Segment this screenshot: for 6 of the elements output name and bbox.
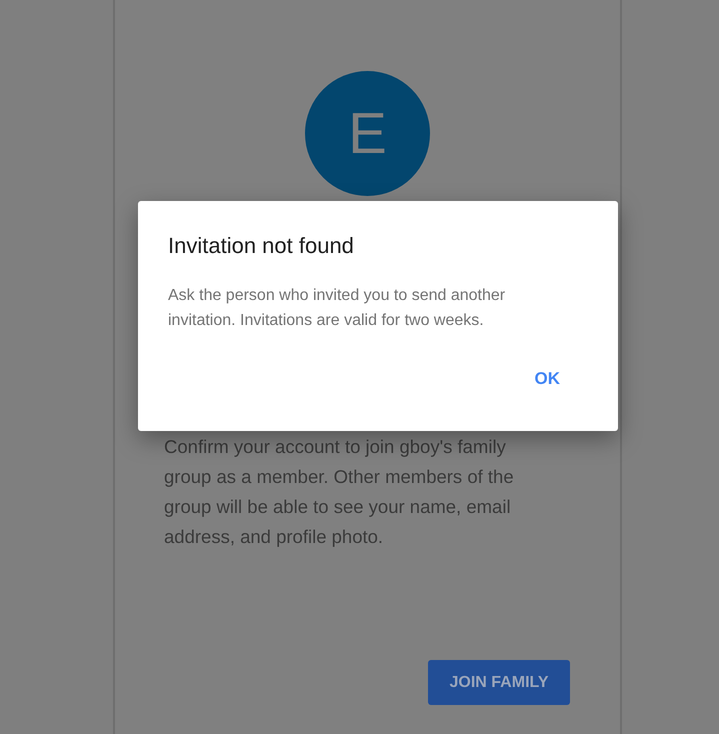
ok-button[interactable]: OK [526, 365, 588, 393]
avatar: E [305, 71, 430, 196]
join-family-button[interactable]: JOIN FAMILY [428, 660, 570, 705]
dialog-title: Invitation not found [168, 232, 355, 260]
dialog-message: Ask the person who invited you to send another invitation. Invitations are valid for two weeks. [168, 286, 506, 331]
description-text: Confirm your account to join gboy's family group as a member. Other members of the group will be able to see your name, email address, and profile photo. [164, 435, 515, 549]
